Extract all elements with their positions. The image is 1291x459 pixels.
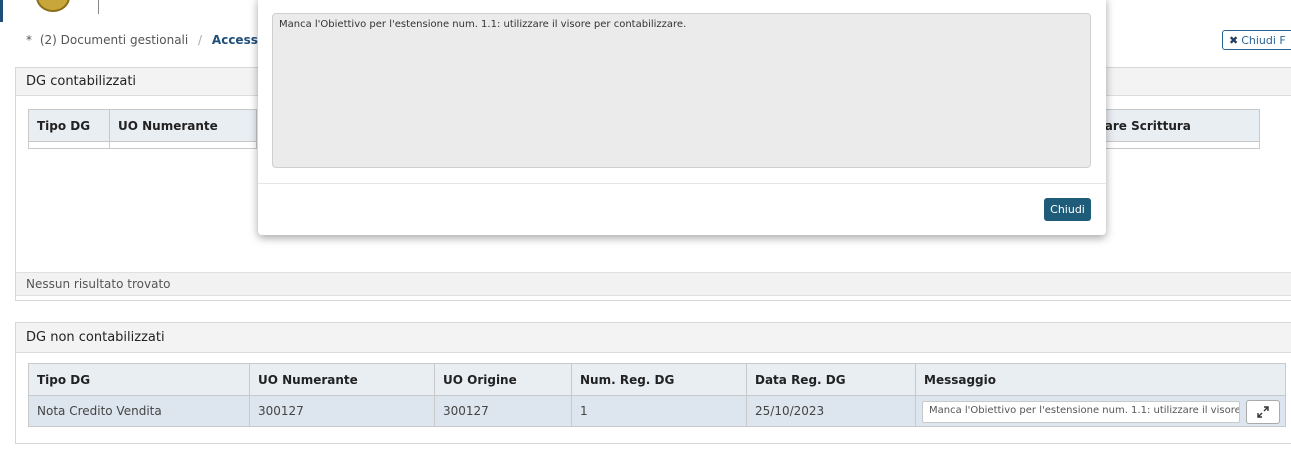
dialog-close-button[interactable]: Chiudi (1044, 198, 1091, 221)
cell-messaggio: Manca l'Obiettivo per l'estensione num. … (915, 395, 1286, 427)
col-messaggio[interactable]: Messaggio (915, 363, 1286, 396)
col-tipo-dg[interactable]: Tipo DG (28, 363, 250, 396)
table-contabilizzati-right: tare Scrittura (1090, 109, 1260, 149)
cell-uo-origine: 300127 (434, 395, 572, 427)
table-empty-row (1090, 141, 1260, 149)
dialog-footer-divider (258, 183, 1106, 184)
col-data-esportare-scrittura[interactable]: tare Scrittura (1090, 109, 1260, 142)
dialog-message-textarea[interactable]: Manca l'Obiettivo per l'estensione num. … (272, 13, 1091, 168)
breadcrumb-item-documenti[interactable]: (2) Documenti gestionali (40, 33, 188, 47)
expand-icon (1257, 406, 1269, 418)
breadcrumb: * (2) Documenti gestionali / Accesso p (26, 33, 279, 47)
empty-results-message: Nessun risultato trovato (16, 272, 1291, 296)
message-preview-field[interactable]: Manca l'Obiettivo per l'estensione num. … (922, 401, 1240, 423)
left-accent-bar (0, 0, 3, 22)
panel-title-non-contabilizzati: DG non contabilizzati (16, 323, 1291, 353)
expand-message-button[interactable] (1246, 400, 1280, 424)
cell-data-reg-dg: 25/10/2023 (746, 395, 916, 427)
times-icon: ✖ (1229, 33, 1239, 47)
col-uo-numerante[interactable]: UO Numerante (249, 363, 435, 396)
breadcrumb-star: * (26, 33, 32, 47)
table-contabilizzati: Tipo DG UO Numerante (28, 109, 257, 149)
cell-tipo-dg: Nota Credito Vendita (28, 395, 250, 427)
table-empty-row (28, 141, 110, 149)
col-tipo-dg[interactable]: Tipo DG (28, 109, 110, 142)
close-function-label: Chiudi F (1241, 33, 1286, 47)
breadcrumb-separator: / (198, 33, 203, 47)
cell-num-reg-dg: 1 (571, 395, 747, 427)
message-dialog: Manca l'Obiettivo per l'estensione num. … (258, 0, 1106, 235)
col-data-reg-dg[interactable]: Data Reg. DG (746, 363, 916, 396)
header-divider (98, 0, 99, 14)
table-row[interactable]: Nota Credito Vendita 300127 300127 1 25/… (28, 395, 1286, 427)
col-uo-origine[interactable]: UO Origine (434, 363, 572, 396)
close-function-button[interactable]: ✖ Chiudi F (1222, 30, 1291, 50)
logo-icon (36, 0, 70, 12)
table-empty-row (109, 141, 257, 149)
col-num-reg-dg[interactable]: Num. Reg. DG (571, 363, 747, 396)
table-non-contabilizzati: Tipo DG UO Numerante UO Origine Num. Reg… (28, 363, 1286, 427)
cell-uo-numerante: 300127 (249, 395, 435, 427)
col-uo-numerante[interactable]: UO Numerante (109, 109, 257, 142)
